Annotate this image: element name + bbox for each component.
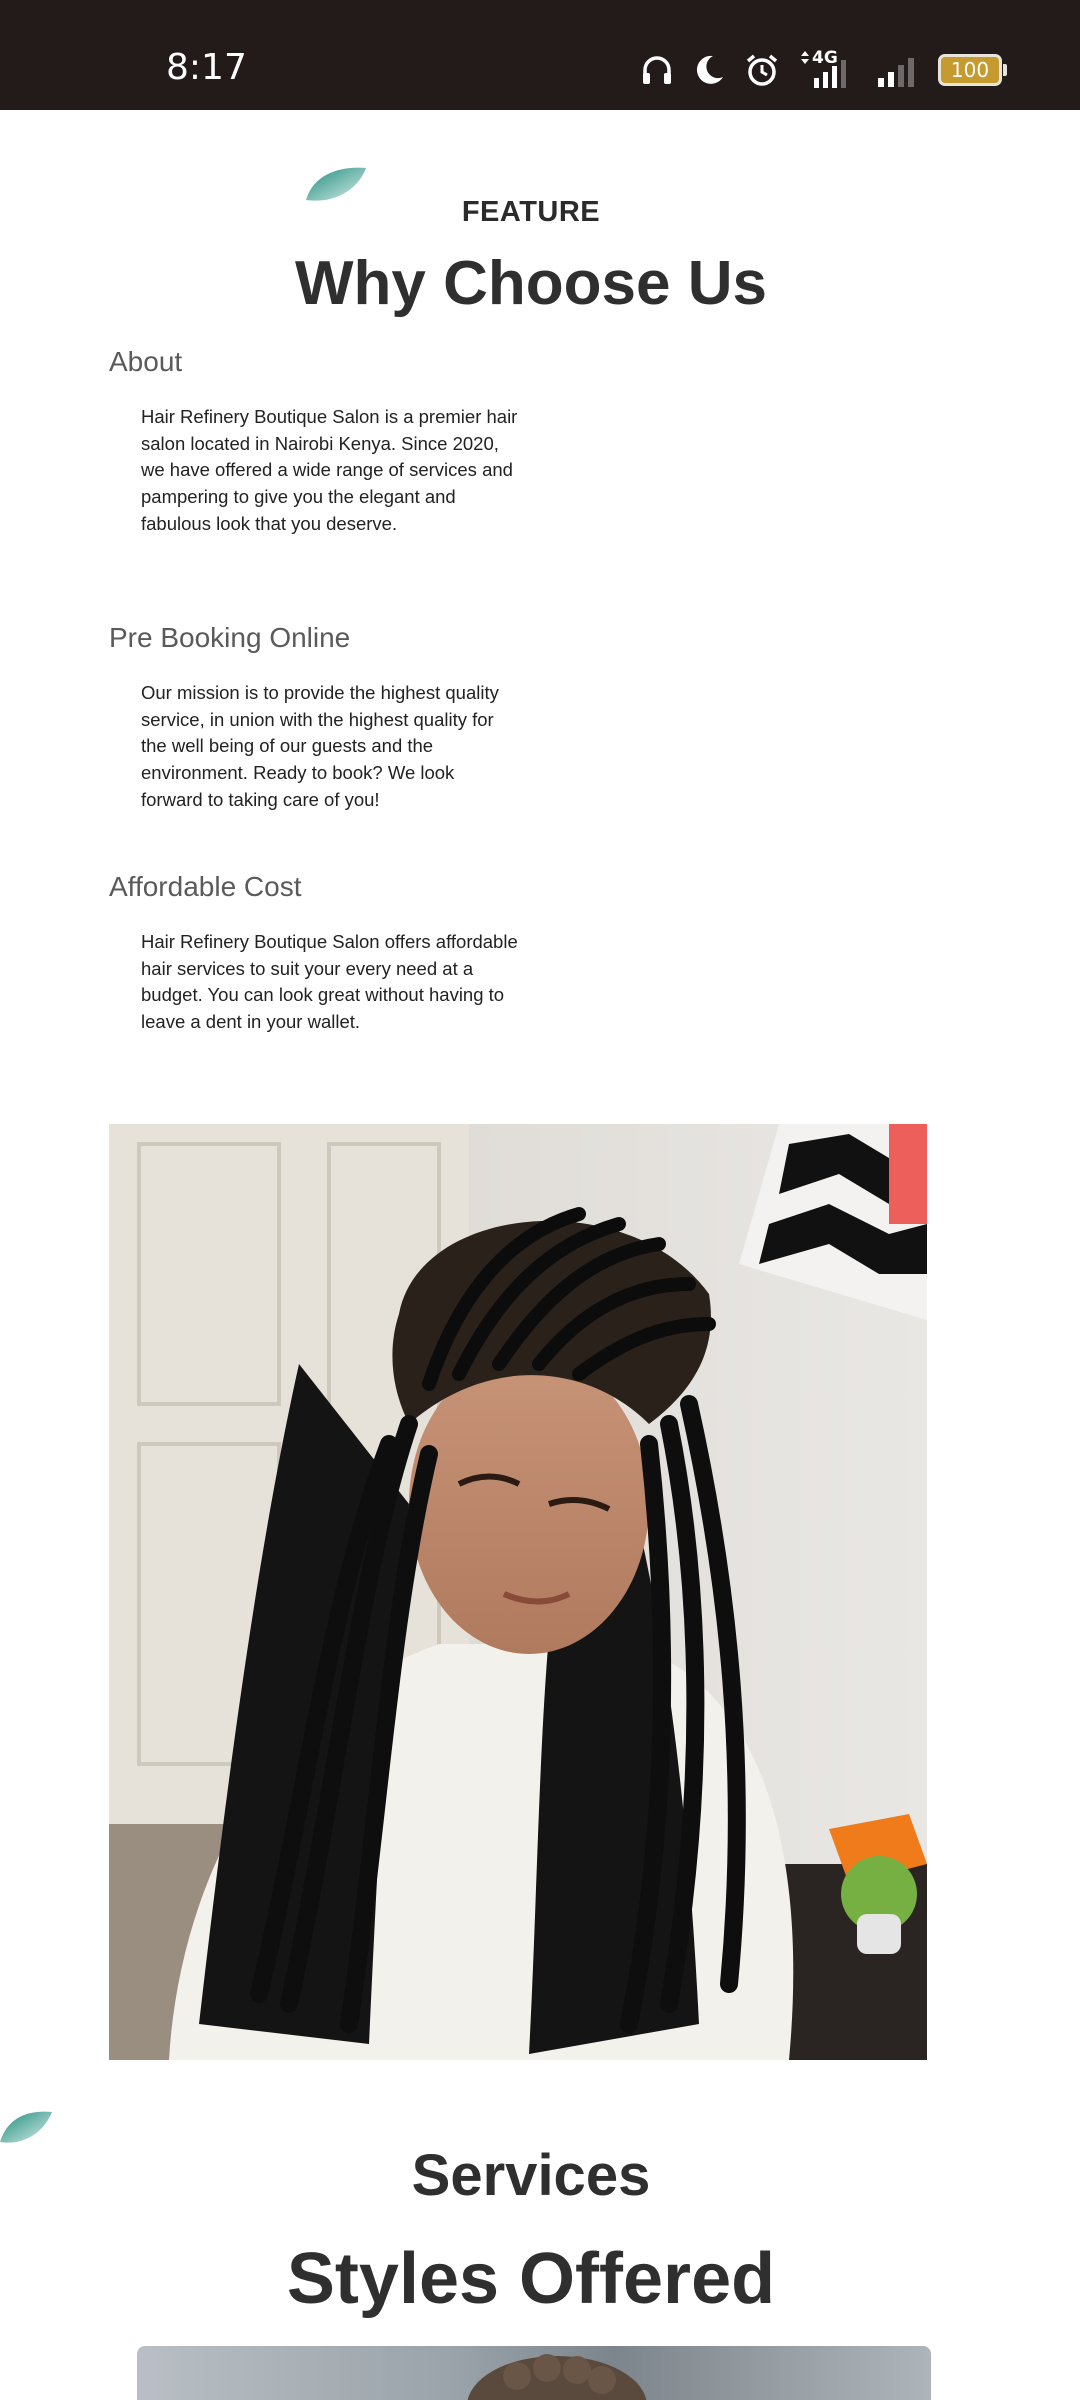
section-text-pre-booking: Our mission is to provide the highest qu…	[141, 682, 499, 810]
leaf-icon	[0, 2111, 52, 2143]
section-heading-affordable-cost: Affordable Cost	[109, 871, 302, 902]
battery-icon: 100	[938, 54, 1007, 86]
signal-4g-icon: 4G	[798, 48, 858, 90]
signal-icon	[876, 52, 920, 88]
status-bar: 8:17 4G 100	[0, 0, 1080, 110]
section-heading-about: About	[109, 346, 183, 377]
alarm-icon	[744, 52, 780, 88]
services-kicker: Services	[411, 2143, 651, 2208]
network-type-label: 4G	[812, 48, 838, 68]
feature-photo	[109, 1124, 927, 2060]
styles-title: Styles Offered	[286, 2239, 776, 2319]
moon-icon	[692, 53, 726, 87]
section-text-affordable-cost: Hair Refinery Boutique Salon offers affo…	[141, 931, 518, 1033]
section-text-about: Hair Refinery Boutique Salon is a premie…	[141, 406, 518, 534]
headphones-icon	[640, 53, 674, 87]
style-photo	[137, 2346, 931, 2400]
feature-kicker: FEATURE	[461, 196, 601, 228]
status-icons: 4G 100	[640, 48, 1007, 90]
page-title: Why Choose Us	[295, 249, 767, 318]
section-heading-pre-booking: Pre Booking Online	[109, 622, 351, 653]
status-time: 8:17	[166, 47, 247, 88]
